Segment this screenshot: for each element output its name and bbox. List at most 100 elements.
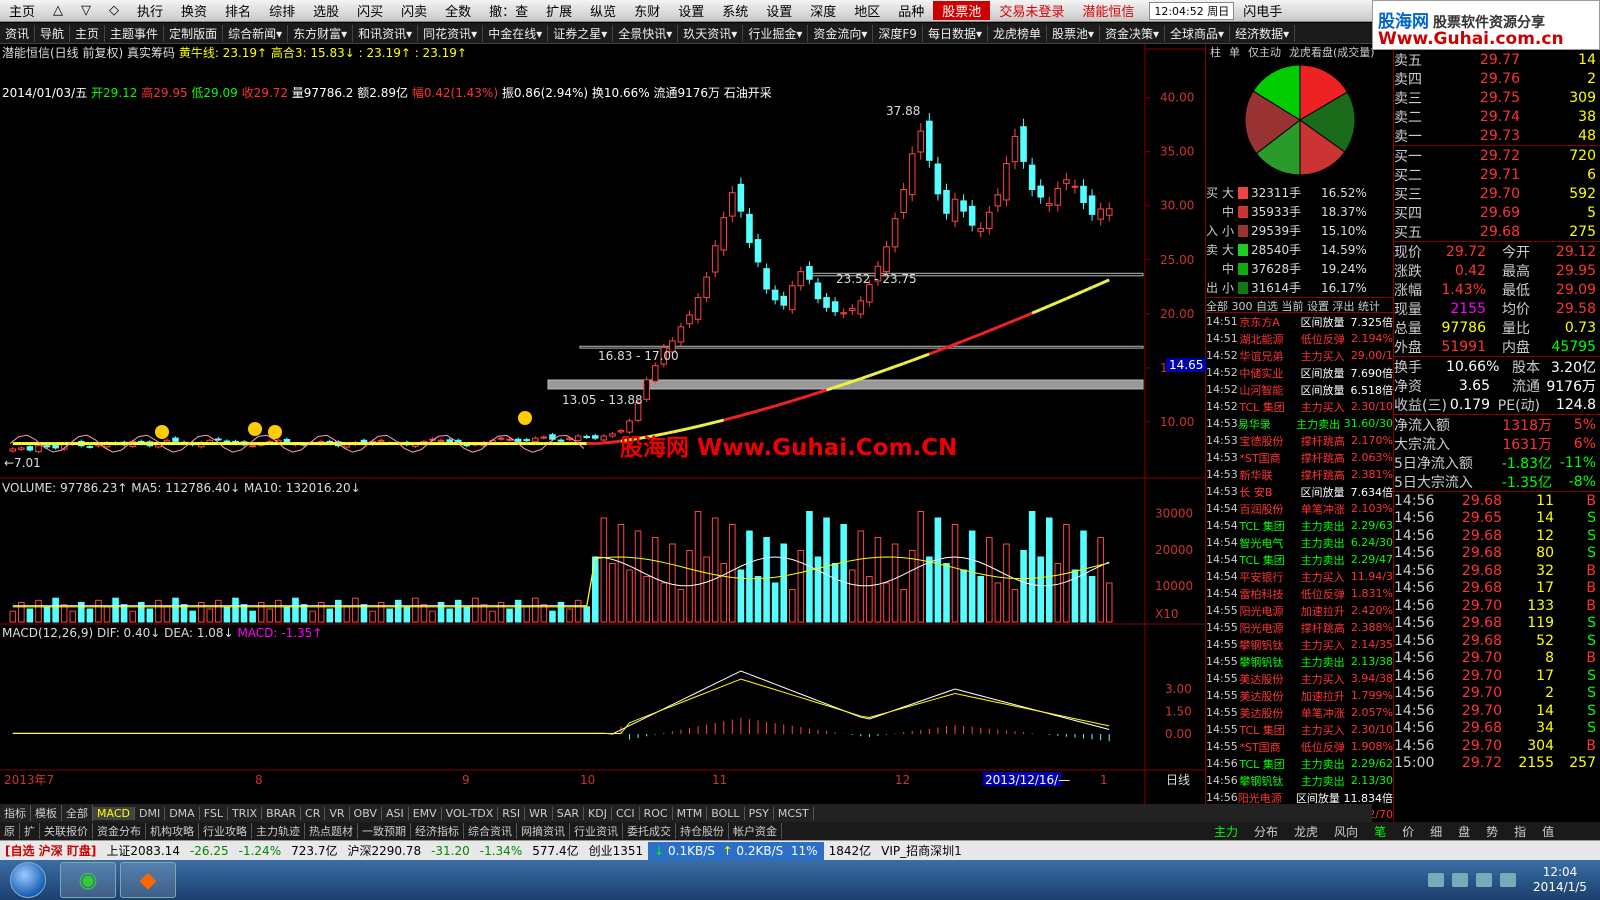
menu-item-11[interactable]: 全数 — [436, 1, 480, 20]
right-tab-1[interactable]: 分布 — [1246, 823, 1286, 840]
menu-item-9[interactable]: 闪买 — [348, 1, 392, 20]
indicator-tab-trix[interactable]: TRIX — [228, 806, 263, 820]
indicator-tab-macd[interactable]: MACD — [93, 806, 135, 820]
ask-row[interactable]: 卖二 29.74 38 — [1394, 107, 1600, 126]
toolbar-item-14[interactable]: 资金流向▾ — [808, 24, 874, 42]
flow-alert-row[interactable]: 14:56 TCL 集团 主力卖出 2.29/62 — [1206, 755, 1393, 772]
function-tab-15[interactable]: 帐户资金 — [729, 823, 782, 839]
menu-item-18[interactable]: 设置 — [757, 1, 801, 20]
toolbar-item-10[interactable]: 证券之星▾ — [548, 24, 614, 42]
function-tab-6[interactable]: 主力轨迹 — [252, 823, 305, 839]
flow-alert-row[interactable]: 14:55 美达股份 加速拉升 1.799% — [1206, 687, 1393, 704]
right-tab-9[interactable]: 指 — [1506, 823, 1534, 840]
function-tab-14[interactable]: 持仓股份 — [676, 823, 729, 839]
flow-alert-row[interactable]: 14:54 TCL 集团 主力卖出 2.29/63 — [1206, 517, 1393, 534]
toolbar-item-9[interactable]: 中金在线▾ — [483, 24, 549, 42]
fund-tab-3[interactable]: 龙虎看盘(成交量) — [1285, 44, 1379, 60]
menu-login-status[interactable]: 交易未登录 — [990, 1, 1073, 20]
taskbar-ie-button[interactable]: ◉ — [60, 862, 116, 898]
ask-row[interactable]: 卖三 29.75 309 — [1394, 88, 1600, 107]
indicator-tab-cci[interactable]: CCI — [612, 806, 640, 820]
indicator-tab-psy[interactable]: PSY — [745, 806, 774, 820]
function-tab-2[interactable]: 关联报价 — [40, 823, 93, 839]
indicator-tab-sar[interactable]: SAR — [553, 806, 585, 820]
flow-alert-row[interactable]: 14:52 山河智能 区间放量 6.518倍 — [1206, 381, 1393, 398]
indicator-tab-mtm[interactable]: MTM — [673, 806, 708, 820]
indicator-tab-cr[interactable]: CR — [301, 806, 326, 820]
watchlist-tag[interactable]: [自选 沪深 盯盘] — [0, 842, 101, 859]
function-tab-7[interactable]: 热点题材 — [305, 823, 358, 839]
toolbar-item-15[interactable]: 深度F9 — [873, 24, 923, 42]
function-tab-10[interactable]: 综合资讯 — [464, 823, 517, 839]
tray-clock[interactable]: 12:04 2014/1/5 — [1530, 865, 1590, 895]
menu-item-5[interactable]: 换资 — [172, 1, 216, 20]
tray-keyboard-icon[interactable] — [1428, 873, 1444, 887]
flow-alert-row[interactable]: 14:55 阳光电源 加速拉升 2.420% — [1206, 602, 1393, 619]
right-tab-7[interactable]: 盘 — [1450, 823, 1478, 840]
indicator-tab-brar[interactable]: BRAR — [262, 806, 302, 820]
toolbar-item-1[interactable]: 导航 — [35, 24, 71, 42]
indicator-tab-指标[interactable]: 指标 — [0, 805, 31, 821]
toolbar-item-5[interactable]: 综合新闻▾ — [223, 24, 289, 42]
indicator-tab-vr[interactable]: VR — [325, 806, 350, 820]
bid-row[interactable]: 买三 29.70 592 — [1394, 184, 1600, 203]
flow-alert-row[interactable]: 14:53 长 安B 区间放量 7.634倍 — [1206, 483, 1393, 500]
toolbar-item-2[interactable]: 主页 — [70, 24, 106, 42]
toolbar-item-20[interactable]: 全球商品▾ — [1165, 24, 1231, 42]
toolbar-item-4[interactable]: 定制版面 — [164, 24, 224, 42]
ask-row[interactable]: 卖一 29.73 48 — [1394, 126, 1600, 145]
toolbar-item-12[interactable]: 玖天资讯▾ — [678, 24, 744, 42]
flow-alert-row[interactable]: 14:55 *ST国商 低位反弹 1.908% — [1206, 738, 1393, 755]
menu-item-6[interactable]: 排名 — [216, 1, 260, 20]
menu-item-16[interactable]: 设置 — [669, 1, 713, 20]
right-tab-6[interactable]: 细 — [1422, 823, 1450, 840]
right-tab-2[interactable]: 龙虎 — [1286, 823, 1326, 840]
flow-alert-row[interactable]: 14:53 易华录 主力卖出 31.60/30 — [1206, 415, 1393, 432]
menu-item-15[interactable]: 东财 — [625, 1, 669, 20]
indicator-tab-wr[interactable]: WR — [525, 806, 553, 820]
flow-alert-row[interactable]: 14:52 中储实业 区间放量 7.690倍 — [1206, 364, 1393, 381]
flow-alert-row[interactable]: 14:51 湖北能源 低位反弹 2.194% — [1206, 330, 1393, 347]
menu-item-7[interactable]: 综排 — [260, 1, 304, 20]
right-tab-0[interactable]: 主力 — [1206, 823, 1246, 840]
indicator-tab-vol-tdx[interactable]: VOL-TDX — [442, 806, 499, 820]
fund-tab-0[interactable]: 柱 — [1206, 44, 1225, 60]
indicator-tab-rsi[interactable]: RSI — [498, 806, 526, 820]
toolbar-item-11[interactable]: 全景快讯▾ — [613, 24, 679, 42]
function-tab-4[interactable]: 机构攻略 — [146, 823, 199, 839]
function-tab-0[interactable]: 原 — [0, 823, 20, 839]
function-tab-13[interactable]: 委托成交 — [623, 823, 676, 839]
toolbar-item-7[interactable]: 和讯资讯▾ — [353, 24, 419, 42]
indicator-tab-模板[interactable]: 模板 — [31, 805, 62, 821]
bid-row[interactable]: 买四 29.69 5 — [1394, 203, 1600, 222]
kline-chart-svg[interactable]: 40.0035.0030.0025.0020.0015.0010.0030000… — [0, 44, 1206, 804]
menu-item-2[interactable]: ▽ — [72, 3, 100, 18]
flow-filter-bar[interactable]: 全部 300 自选 当前 设置 浮出 统计 — [1206, 297, 1393, 313]
flow-alert-row[interactable]: 14:55 阳光电源 撑杆跳高 2.388% — [1206, 619, 1393, 636]
indicator-tab-dmi[interactable]: DMI — [135, 806, 166, 820]
toolbar-item-13[interactable]: 行业掘金▾ — [743, 24, 809, 42]
menu-item-17[interactable]: 系统 — [713, 1, 757, 20]
menu-item-4[interactable]: 执行 — [128, 1, 172, 20]
flow-alert-row[interactable]: 14:55 TCL 集团 主力买入 2.30/10 — [1206, 721, 1393, 738]
flow-alert-row[interactable]: 14:54 平安银行 主力买入 11.94/3 — [1206, 568, 1393, 585]
toolbar-item-19[interactable]: 资金决策▾ — [1100, 24, 1166, 42]
function-tab-9[interactable]: 经济指标 — [411, 823, 464, 839]
flow-alert-list[interactable]: 14:51 京东方A 区间放量 7.325倍 14:51 湖北能源 低位反弹 2.194% 14… — [1206, 313, 1393, 824]
flow-alert-row[interactable]: 14:55 美达股份 主力买入 3.94/38 — [1206, 670, 1393, 687]
function-tab-3[interactable]: 资金分布 — [93, 823, 146, 839]
menu-item-13[interactable]: 扩展 — [537, 1, 581, 20]
function-tabs[interactable]: 原扩关联报价 资金分布 机构攻略 行业攻略 主力轨迹 热点题材 一致预期 经济指标 综合资讯 网摘… — [0, 822, 1372, 840]
toolbar-item-21[interactable]: 经济数据▾ — [1230, 24, 1296, 42]
indicator-tab-fsl[interactable]: FSL — [200, 806, 228, 820]
indicator-tab-mcst[interactable]: MCST — [774, 806, 814, 820]
indicator-tab-kdj[interactable]: KDJ — [584, 806, 612, 820]
indicator-tabs[interactable]: 指标 模板 全部 MACD DMI DMA FSL TRIX BRAR CR VR OBV ASI EMV… — [0, 804, 1372, 822]
fund-tabs[interactable]: 柱单仅主动 龙虎看盘(成交量) — [1206, 44, 1393, 60]
flow-alert-row[interactable]: 14:53 *ST国商 撑杆跳高 2.063% — [1206, 449, 1393, 466]
start-button[interactable] — [10, 862, 46, 898]
menu-item-14[interactable]: 纵览 — [581, 1, 625, 20]
function-tab-1[interactable]: 扩 — [20, 823, 40, 839]
right-tab-10[interactable]: 值 — [1534, 823, 1562, 840]
bid-row[interactable]: 买二 29.71 6 — [1394, 165, 1600, 184]
